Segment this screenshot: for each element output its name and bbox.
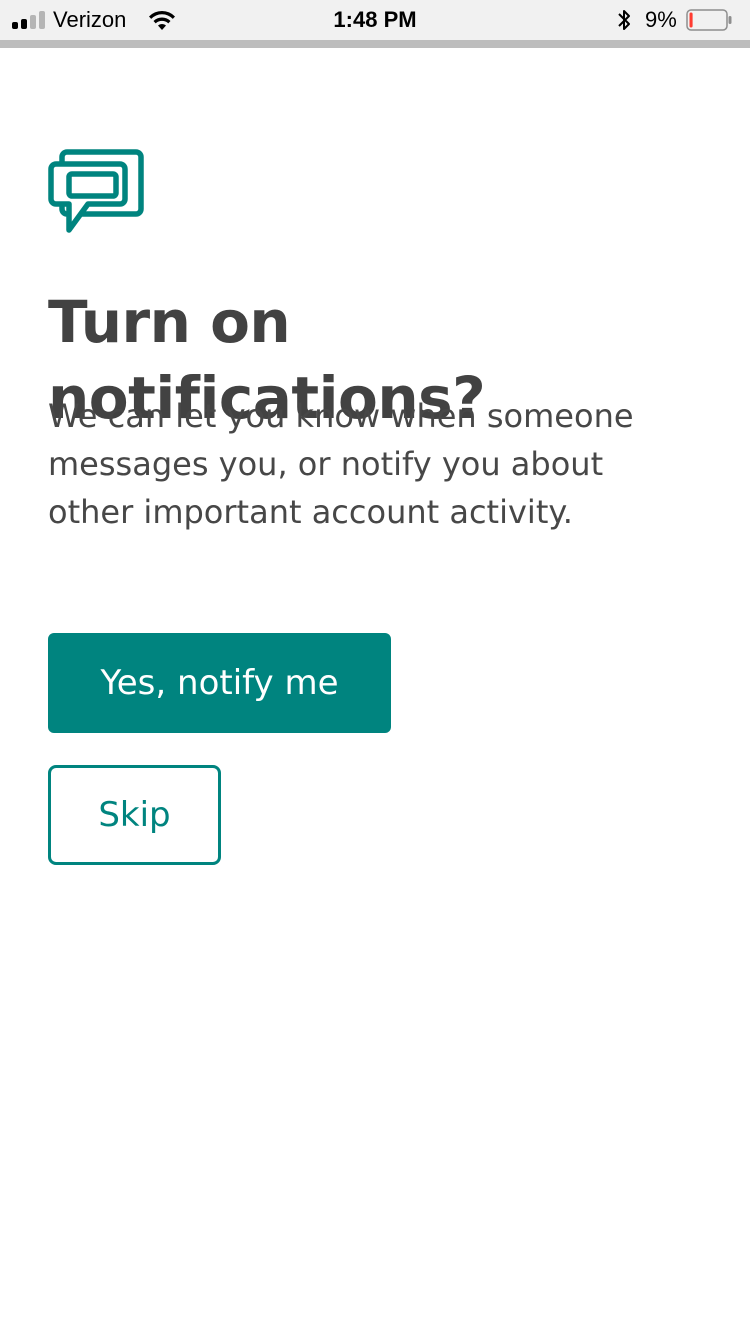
notification-permission-screen: Verizon 1:48 PM 9% Turn on notifications… [0,0,750,1334]
chat-bubbles-icon [48,149,144,233]
bluetooth-icon [618,10,630,30]
battery-icon [686,9,732,31]
description-text: We can let you know when someone message… [48,397,634,531]
skip-button[interactable]: Skip [48,765,221,865]
battery-percentage: 9% [645,7,677,32]
status-bar-divider [0,40,750,48]
clock-time: 1:48 PM [333,7,417,32]
status-bar: Verizon 1:48 PM 9% [0,0,750,40]
yes-notify-me-button[interactable]: Yes, notify me [48,633,391,733]
